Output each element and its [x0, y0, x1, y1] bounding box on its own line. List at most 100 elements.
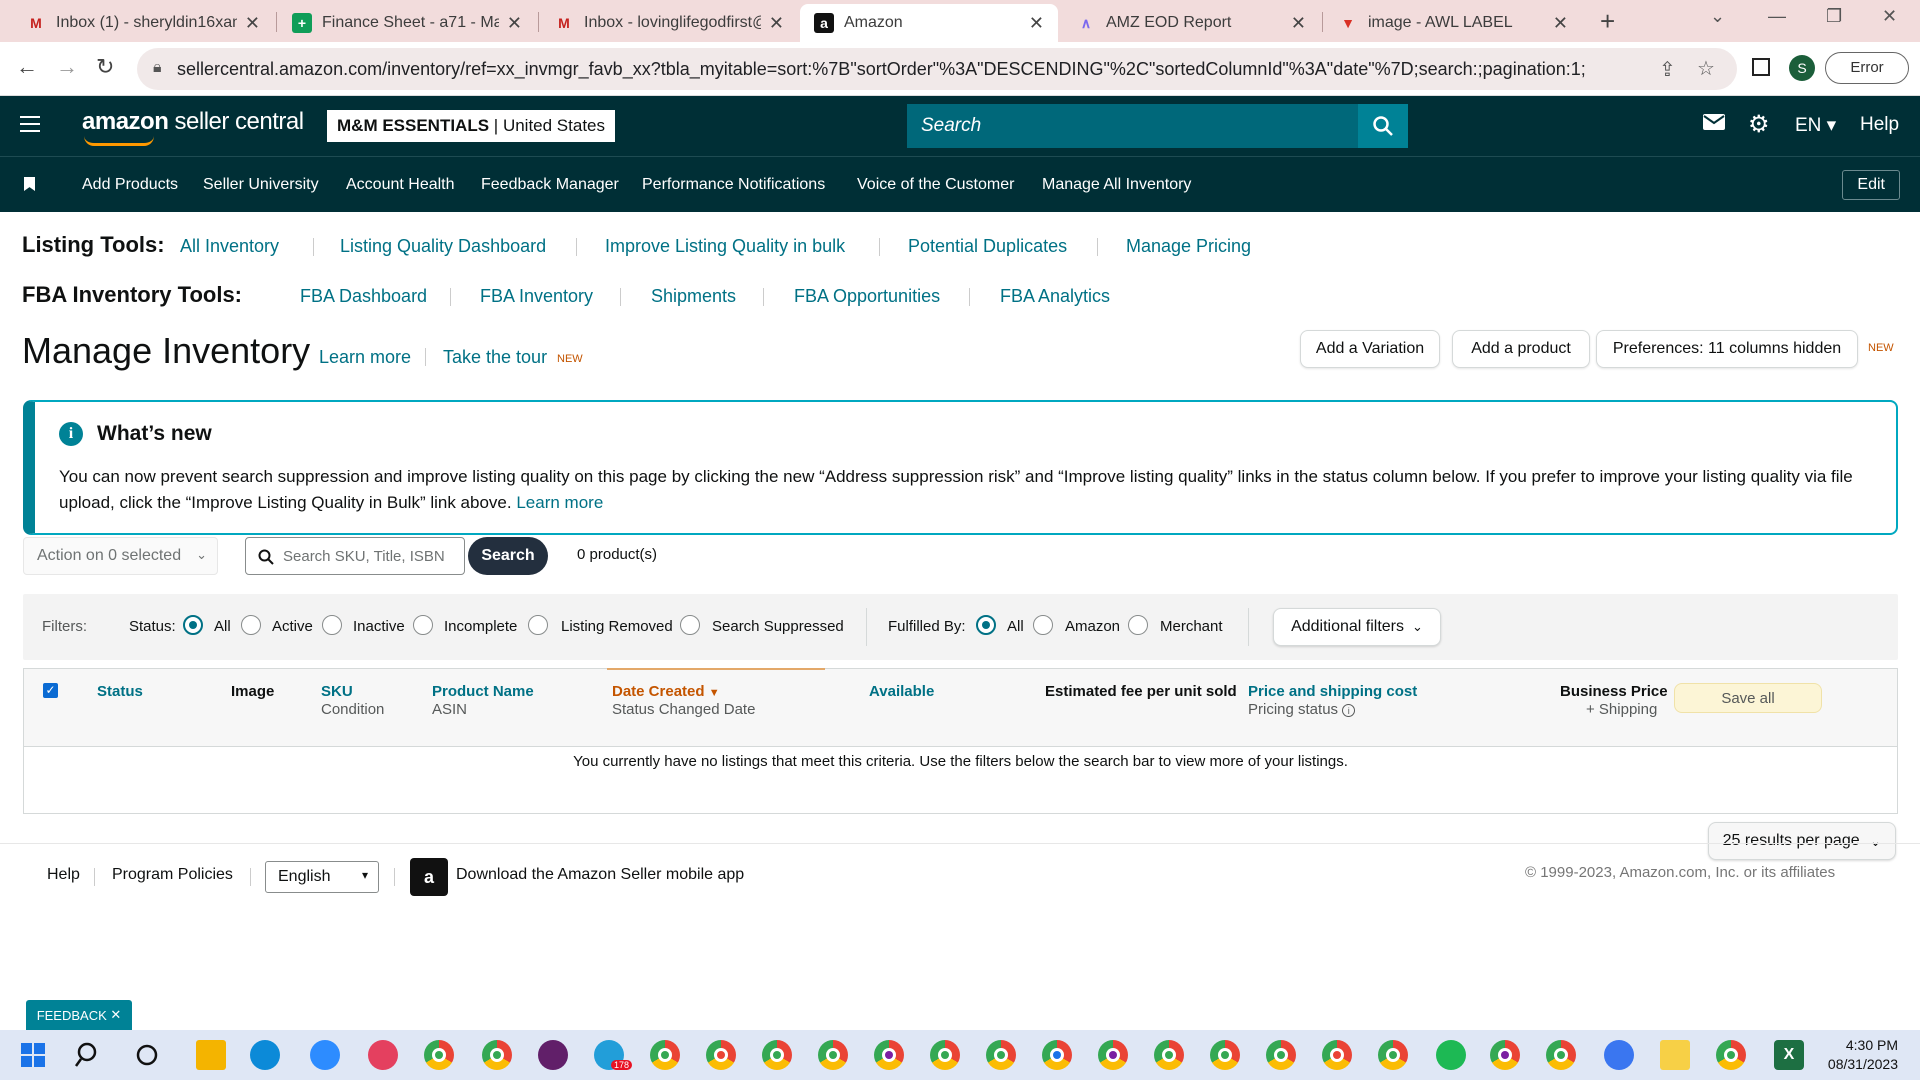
chrome-icon[interactable] [1716, 1040, 1746, 1070]
taskbar-clock[interactable]: 4:30 PM 08/31/2023 [1828, 1036, 1898, 1074]
close-tab-icon[interactable]: ✕ [245, 13, 260, 34]
help-link[interactable]: Help [1860, 114, 1899, 136]
select-all-checkbox[interactable]: ✓ [43, 683, 58, 698]
amazon-seller-app-icon[interactable]: a [410, 858, 448, 896]
chrome-icon[interactable] [482, 1040, 512, 1070]
settings-gear-icon[interactable]: ⚙ [1748, 110, 1770, 139]
link-fba-dashboard[interactable]: FBA Dashboard [300, 286, 427, 307]
col-price-shipping[interactable]: Price and shipping cost [1248, 683, 1417, 700]
col-date-created[interactable]: Date Created ▼ [612, 683, 720, 700]
chrome-icon[interactable] [706, 1040, 736, 1070]
col-available[interactable]: Available [869, 683, 934, 700]
language-dropdown[interactable]: EN ▾ [1795, 114, 1836, 137]
chrome-icon[interactable] [762, 1040, 792, 1070]
close-tab-icon[interactable]: ✕ [1291, 13, 1306, 34]
footer-program-policies-link[interactable]: Program Policies [112, 866, 233, 884]
excel-icon[interactable]: X [1774, 1040, 1804, 1070]
file-explorer-icon[interactable] [196, 1040, 226, 1070]
fulfilled-all-label[interactable]: All [1007, 618, 1024, 635]
col-status[interactable]: Status [97, 683, 143, 700]
status-listing-removed-label[interactable]: Listing Removed [561, 618, 673, 635]
header-search-button[interactable] [1358, 104, 1408, 148]
chrome-icon[interactable] [1210, 1040, 1240, 1070]
col-sku[interactable]: SKU [321, 683, 353, 700]
link-fba-analytics[interactable]: FBA Analytics [1000, 286, 1110, 307]
bulk-action-dropdown[interactable]: Action on 0 selected ⌄ [23, 537, 218, 575]
signal-icon[interactable] [1604, 1040, 1634, 1070]
chrome-icon[interactable] [1154, 1040, 1184, 1070]
minimize-icon[interactable]: — [1768, 6, 1786, 27]
spotify-icon[interactable] [1436, 1040, 1466, 1070]
status-inactive-label[interactable]: Inactive [353, 618, 405, 635]
status-incomplete-label[interactable]: Incomplete [444, 618, 517, 635]
seller-central-logo[interactable]: amazon seller central [82, 108, 304, 146]
status-search-suppressed-label[interactable]: Search Suppressed [712, 618, 844, 635]
chrome-icon[interactable] [650, 1040, 680, 1070]
status-active-label[interactable]: Active [272, 618, 313, 635]
nav-feedback-manager[interactable]: Feedback Manager [481, 176, 619, 194]
sticky-notes-icon[interactable] [1660, 1040, 1690, 1070]
browser-tab[interactable]: M Inbox - lovinglifegodfirst@ ✕ [540, 4, 798, 42]
whats-new-learn-more-link[interactable]: Learn more [516, 493, 603, 512]
sku-search-input[interactable]: Search SKU, Title, ISBN [245, 537, 465, 575]
link-improve-listing-quality-bulk[interactable]: Improve Listing Quality in bulk [605, 236, 845, 257]
col-product-name[interactable]: Product Name [432, 683, 534, 700]
nav-account-health[interactable]: Account Health [346, 176, 455, 194]
close-tab-icon[interactable]: ✕ [769, 13, 784, 34]
browser-tab-active[interactable]: a Amazon ✕ [800, 4, 1058, 42]
link-all-inventory[interactable]: All Inventory [180, 236, 279, 257]
link-manage-pricing[interactable]: Manage Pricing [1126, 236, 1251, 257]
chrome-icon[interactable] [1378, 1040, 1408, 1070]
close-window-icon[interactable]: ✕ [1882, 6, 1897, 27]
share-icon[interactable]: ⇪ [1659, 57, 1676, 82]
account-switcher[interactable]: M&M ESSENTIALS | United States [327, 110, 615, 142]
nav-manage-all-inventory[interactable]: Manage All Inventory [1042, 176, 1191, 194]
tab-search-icon[interactable]: ⌄ [1710, 6, 1725, 27]
nav-add-products[interactable]: Add Products [82, 176, 178, 194]
chrome-icon[interactable] [874, 1040, 904, 1070]
mail-icon[interactable] [1702, 112, 1726, 138]
feedback-tab[interactable]: FEEDBACK ✕ [26, 1000, 132, 1030]
sku-search-button[interactable]: Search [468, 537, 548, 575]
fulfilled-merchant-radio[interactable] [1128, 615, 1148, 635]
add-variation-button[interactable]: Add a Variation [1300, 330, 1440, 368]
snipping-tool-icon[interactable] [368, 1040, 398, 1070]
new-tab-button[interactable]: + [1600, 6, 1615, 37]
nav-seller-university[interactable]: Seller University [203, 176, 319, 194]
reload-icon[interactable]: ↻ [96, 54, 114, 80]
fulfilled-all-radio[interactable] [976, 615, 996, 635]
back-icon[interactable]: ← [16, 54, 38, 80]
status-incomplete-radio[interactable] [413, 615, 433, 635]
bookmark-star-icon[interactable]: ☆ [1697, 56, 1715, 81]
task-view-icon[interactable] [132, 1040, 162, 1070]
status-all-label[interactable]: All [214, 618, 231, 635]
download-app-link[interactable]: Download the Amazon Seller mobile app [456, 866, 744, 884]
footer-help-link[interactable]: Help [47, 866, 80, 884]
chrome-icon[interactable] [1322, 1040, 1352, 1070]
restore-icon[interactable]: ❐ [1826, 6, 1842, 27]
chrome-icon[interactable] [818, 1040, 848, 1070]
error-button[interactable]: Error [1825, 52, 1909, 84]
windows-start-icon[interactable] [18, 1040, 48, 1070]
fulfilled-amazon-radio[interactable] [1033, 615, 1053, 635]
zoom-icon[interactable] [310, 1040, 340, 1070]
add-product-button[interactable]: Add a product [1452, 330, 1590, 368]
link-potential-duplicates[interactable]: Potential Duplicates [908, 236, 1067, 257]
status-active-radio[interactable] [241, 615, 261, 635]
edit-nav-button[interactable]: Edit [1842, 170, 1900, 200]
chrome-icon[interactable] [1098, 1040, 1128, 1070]
close-tab-icon[interactable]: ✕ [1029, 13, 1044, 34]
chrome-icon[interactable] [986, 1040, 1016, 1070]
status-search-suppressed-radio[interactable] [680, 615, 700, 635]
status-all-radio[interactable] [183, 615, 203, 635]
side-panel-icon[interactable] [1752, 58, 1770, 76]
nav-performance-notifications[interactable]: Performance Notifications [642, 176, 825, 194]
chrome-icon[interactable] [930, 1040, 960, 1070]
take-tour-link[interactable]: Take the tour [443, 347, 547, 368]
browser-tab[interactable]: ▼ image - AWL LABEL ✕ [1324, 4, 1582, 42]
close-tab-icon[interactable]: ✕ [1553, 13, 1568, 34]
edge-icon[interactable] [250, 1040, 280, 1070]
fulfilled-merchant-label[interactable]: Merchant [1160, 618, 1223, 635]
chrome-icon[interactable] [1546, 1040, 1576, 1070]
link-listing-quality-dashboard[interactable]: Listing Quality Dashboard [340, 236, 546, 257]
